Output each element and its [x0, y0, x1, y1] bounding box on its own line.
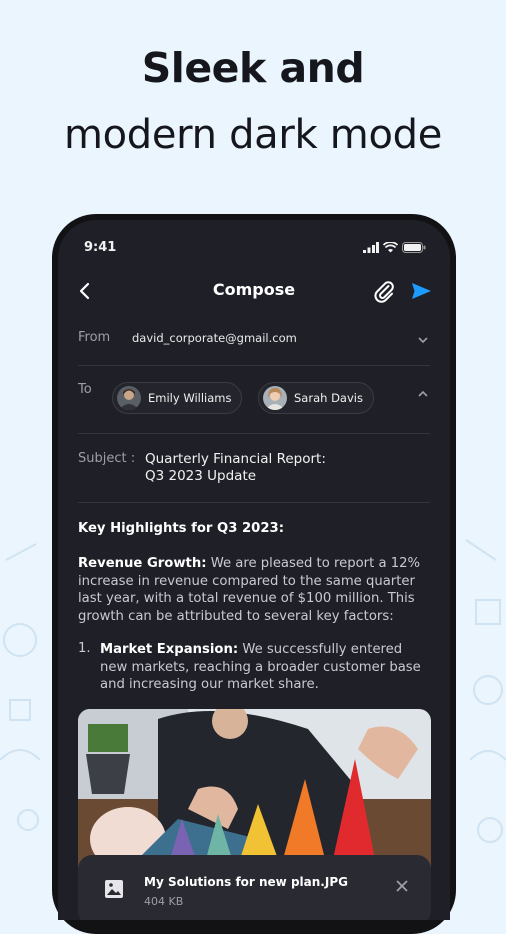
- recipient-name: Emily Williams: [148, 391, 232, 405]
- status-time: 9:41: [84, 240, 117, 255]
- revenue-paragraph: Revenue Growth: We are pleased to report…: [78, 555, 432, 625]
- paperclip-icon[interactable]: [372, 279, 396, 303]
- from-label: From: [78, 330, 111, 345]
- divider: [78, 502, 430, 503]
- status-icons: [363, 242, 426, 253]
- attachment-name: My Solutions for new plan.JPG: [144, 875, 348, 889]
- attachment-card[interactable]: My Solutions for new plan.JPG 404 KB: [78, 855, 431, 920]
- recipient-chip[interactable]: Sarah Davis: [258, 382, 374, 414]
- send-icon[interactable]: [410, 280, 432, 302]
- attachment-size: 404 KB: [144, 895, 184, 908]
- attached-photo[interactable]: [78, 709, 431, 879]
- headline-line-1: Sleek and: [141, 44, 365, 92]
- app-bar: Compose: [58, 278, 450, 304]
- highlights-heading: Key Highlights for Q3 2023:: [78, 521, 284, 536]
- to-row[interactable]: To Emily Williams Sarah Davis: [78, 382, 430, 418]
- item-title: Market Expansion:: [100, 642, 239, 657]
- list-number: 1.: [78, 641, 91, 656]
- image-file-icon: [105, 880, 123, 898]
- from-row[interactable]: From david_corporate@gmail.com: [78, 330, 430, 354]
- wifi-icon: [383, 242, 398, 253]
- signal-icon: [363, 242, 379, 253]
- close-icon[interactable]: [395, 879, 409, 893]
- revenue-title: Revenue Growth:: [78, 556, 207, 571]
- recipient-name: Sarah Davis: [294, 391, 363, 405]
- compose-screen: 9:41 Compose From david_corporate@gmail.…: [58, 220, 450, 920]
- avatar: [117, 386, 141, 410]
- status-bar: 9:41: [84, 240, 426, 258]
- divider: [78, 365, 430, 366]
- from-email: david_corporate@gmail.com: [132, 331, 297, 345]
- chevron-down-icon[interactable]: [416, 333, 430, 347]
- subject-label: Subject :: [78, 451, 136, 466]
- battery-icon: [402, 242, 426, 253]
- subject-line-2: Q3 2023 Update: [145, 468, 257, 484]
- subject-row[interactable]: Subject : Quarterly Financial Report: Q3…: [78, 451, 430, 487]
- recipient-chip[interactable]: Emily Williams: [112, 382, 243, 414]
- list-item: Market Expansion: We successfully entere…: [100, 641, 432, 694]
- chevron-up-icon[interactable]: [416, 387, 430, 401]
- body-heading: Key Highlights for Q3 2023:: [78, 520, 432, 538]
- divider: [78, 433, 430, 434]
- to-label: To: [78, 382, 92, 397]
- subject-value[interactable]: Quarterly Financial Report: Q3 2023 Upda…: [145, 451, 365, 485]
- subject-line-1: Quarterly Financial Report:: [145, 451, 326, 467]
- avatar: [263, 386, 287, 410]
- headline-line-2: modern dark mode: [63, 112, 443, 158]
